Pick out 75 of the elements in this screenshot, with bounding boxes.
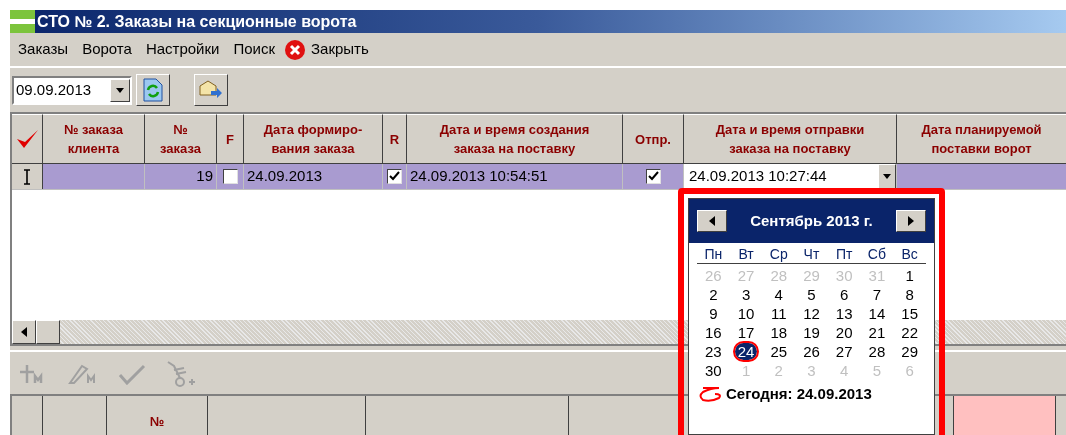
scroll-left-button[interactable] bbox=[12, 320, 36, 344]
calendar-day[interactable]: 23 bbox=[702, 343, 725, 360]
calendar-day[interactable]: 9 bbox=[706, 305, 721, 322]
calendar-day[interactable]: 22 bbox=[898, 324, 921, 341]
window-title: СТО № 2. Заказы на секционные ворота bbox=[37, 11, 357, 32]
datetime-field[interactable]: 24.09.2013 10:27:44 bbox=[684, 164, 878, 189]
calendar-day[interactable]: 12 bbox=[800, 305, 823, 322]
calendar-day[interactable]: 3 bbox=[738, 286, 754, 303]
column-header[interactable]: F bbox=[224, 129, 236, 149]
calendar-day[interactable]: 15 bbox=[898, 305, 921, 322]
dropdown-button[interactable] bbox=[878, 164, 896, 189]
weekday-label: Сб bbox=[866, 245, 887, 263]
right-triangle-icon bbox=[908, 216, 914, 226]
down-triangle-icon bbox=[116, 87, 124, 93]
calendar-day[interactable]: 30 bbox=[702, 362, 725, 379]
checkbox[interactable] bbox=[645, 169, 661, 184]
calendar-day[interactable]: 6 bbox=[837, 286, 852, 303]
weekday-label: Чт bbox=[802, 245, 821, 263]
calendar-day[interactable]: 16 bbox=[702, 324, 725, 341]
app-icon bbox=[10, 10, 35, 33]
left-triangle-icon bbox=[709, 216, 715, 226]
calendar-day[interactable]: 1 bbox=[902, 267, 917, 284]
calendar-day[interactable]: 2 bbox=[706, 286, 721, 303]
left-triangle-icon bbox=[21, 327, 27, 337]
calendar-day[interactable]: 20 bbox=[832, 324, 856, 341]
weekday-label: Вт bbox=[737, 245, 755, 263]
checkbox[interactable] bbox=[387, 169, 402, 184]
calendar-day[interactable]: 10 bbox=[734, 305, 758, 322]
calendar-day[interactable]: 24 bbox=[734, 343, 758, 360]
today-label[interactable]: Сегодня: 24.09.2013 bbox=[726, 383, 872, 406]
calendar-day[interactable]: 18 bbox=[767, 324, 791, 341]
calendar-day[interactable]: 8 bbox=[902, 286, 917, 303]
calendar-day[interactable]: 14 bbox=[865, 305, 889, 322]
calendar-day[interactable]: 21 bbox=[865, 324, 889, 341]
scribble-icon bbox=[697, 386, 723, 403]
table-cell-text: 24.09.2013 bbox=[247, 166, 323, 187]
calendar-day[interactable]: 4 bbox=[771, 286, 786, 303]
weekday-label: Пт bbox=[834, 245, 854, 263]
checkmark-icon[interactable] bbox=[118, 363, 146, 385]
column-header[interactable]: № bbox=[149, 411, 165, 431]
checkbox[interactable] bbox=[222, 169, 238, 184]
weekday-label: Ср bbox=[768, 245, 789, 263]
previous-month-button[interactable] bbox=[697, 210, 727, 232]
month-title: Сентябрь 2013 г. bbox=[750, 210, 873, 231]
weekday-label: Вс bbox=[900, 245, 919, 263]
close-icon bbox=[284, 38, 307, 61]
calendar-day[interactable]: 26 bbox=[800, 343, 823, 360]
menu-item[interactable]: Поиск bbox=[233, 38, 276, 61]
down-triangle-icon bbox=[883, 174, 891, 179]
calendar-day[interactable]: 28 bbox=[865, 343, 889, 360]
date-picker-field[interactable]: 09.09.2013 bbox=[12, 75, 132, 105]
send-mail-button[interactable] bbox=[194, 74, 228, 106]
envelope-arrow-icon bbox=[199, 80, 223, 100]
calendar-day[interactable]: 29 bbox=[898, 343, 921, 360]
refresh-button[interactable] bbox=[136, 74, 170, 106]
calendar-day[interactable]: 25 bbox=[767, 343, 791, 360]
refresh-icon bbox=[143, 78, 163, 102]
calendar-day[interactable]: 7 bbox=[869, 286, 885, 303]
calendar-day[interactable]: 11 bbox=[768, 305, 790, 322]
scrollbar-thumb[interactable] bbox=[36, 320, 60, 344]
next-month-button[interactable] bbox=[896, 210, 926, 232]
menu-item[interactable]: Ворота bbox=[82, 38, 132, 61]
weekday-label: Пн bbox=[703, 245, 724, 263]
table-cell-text: 24.09.2013 10:54:51 bbox=[410, 166, 548, 187]
menu-item[interactable]: Закрыть bbox=[284, 38, 369, 61]
table-cell-text: 19 bbox=[196, 166, 213, 187]
menu-item[interactable]: Настройки bbox=[145, 38, 220, 61]
calendar-day[interactable]: 5 bbox=[804, 286, 819, 303]
menu-item[interactable]: Заказы bbox=[18, 38, 69, 61]
calendar-day[interactable]: 13 bbox=[832, 305, 856, 322]
calendar-day[interactable]: 17 bbox=[734, 324, 758, 341]
calendar-day[interactable]: 19 bbox=[800, 324, 823, 341]
calendar-day[interactable]: 27 bbox=[832, 343, 856, 360]
text-cursor-icon bbox=[23, 168, 31, 185]
dropdown-button[interactable] bbox=[110, 78, 130, 102]
